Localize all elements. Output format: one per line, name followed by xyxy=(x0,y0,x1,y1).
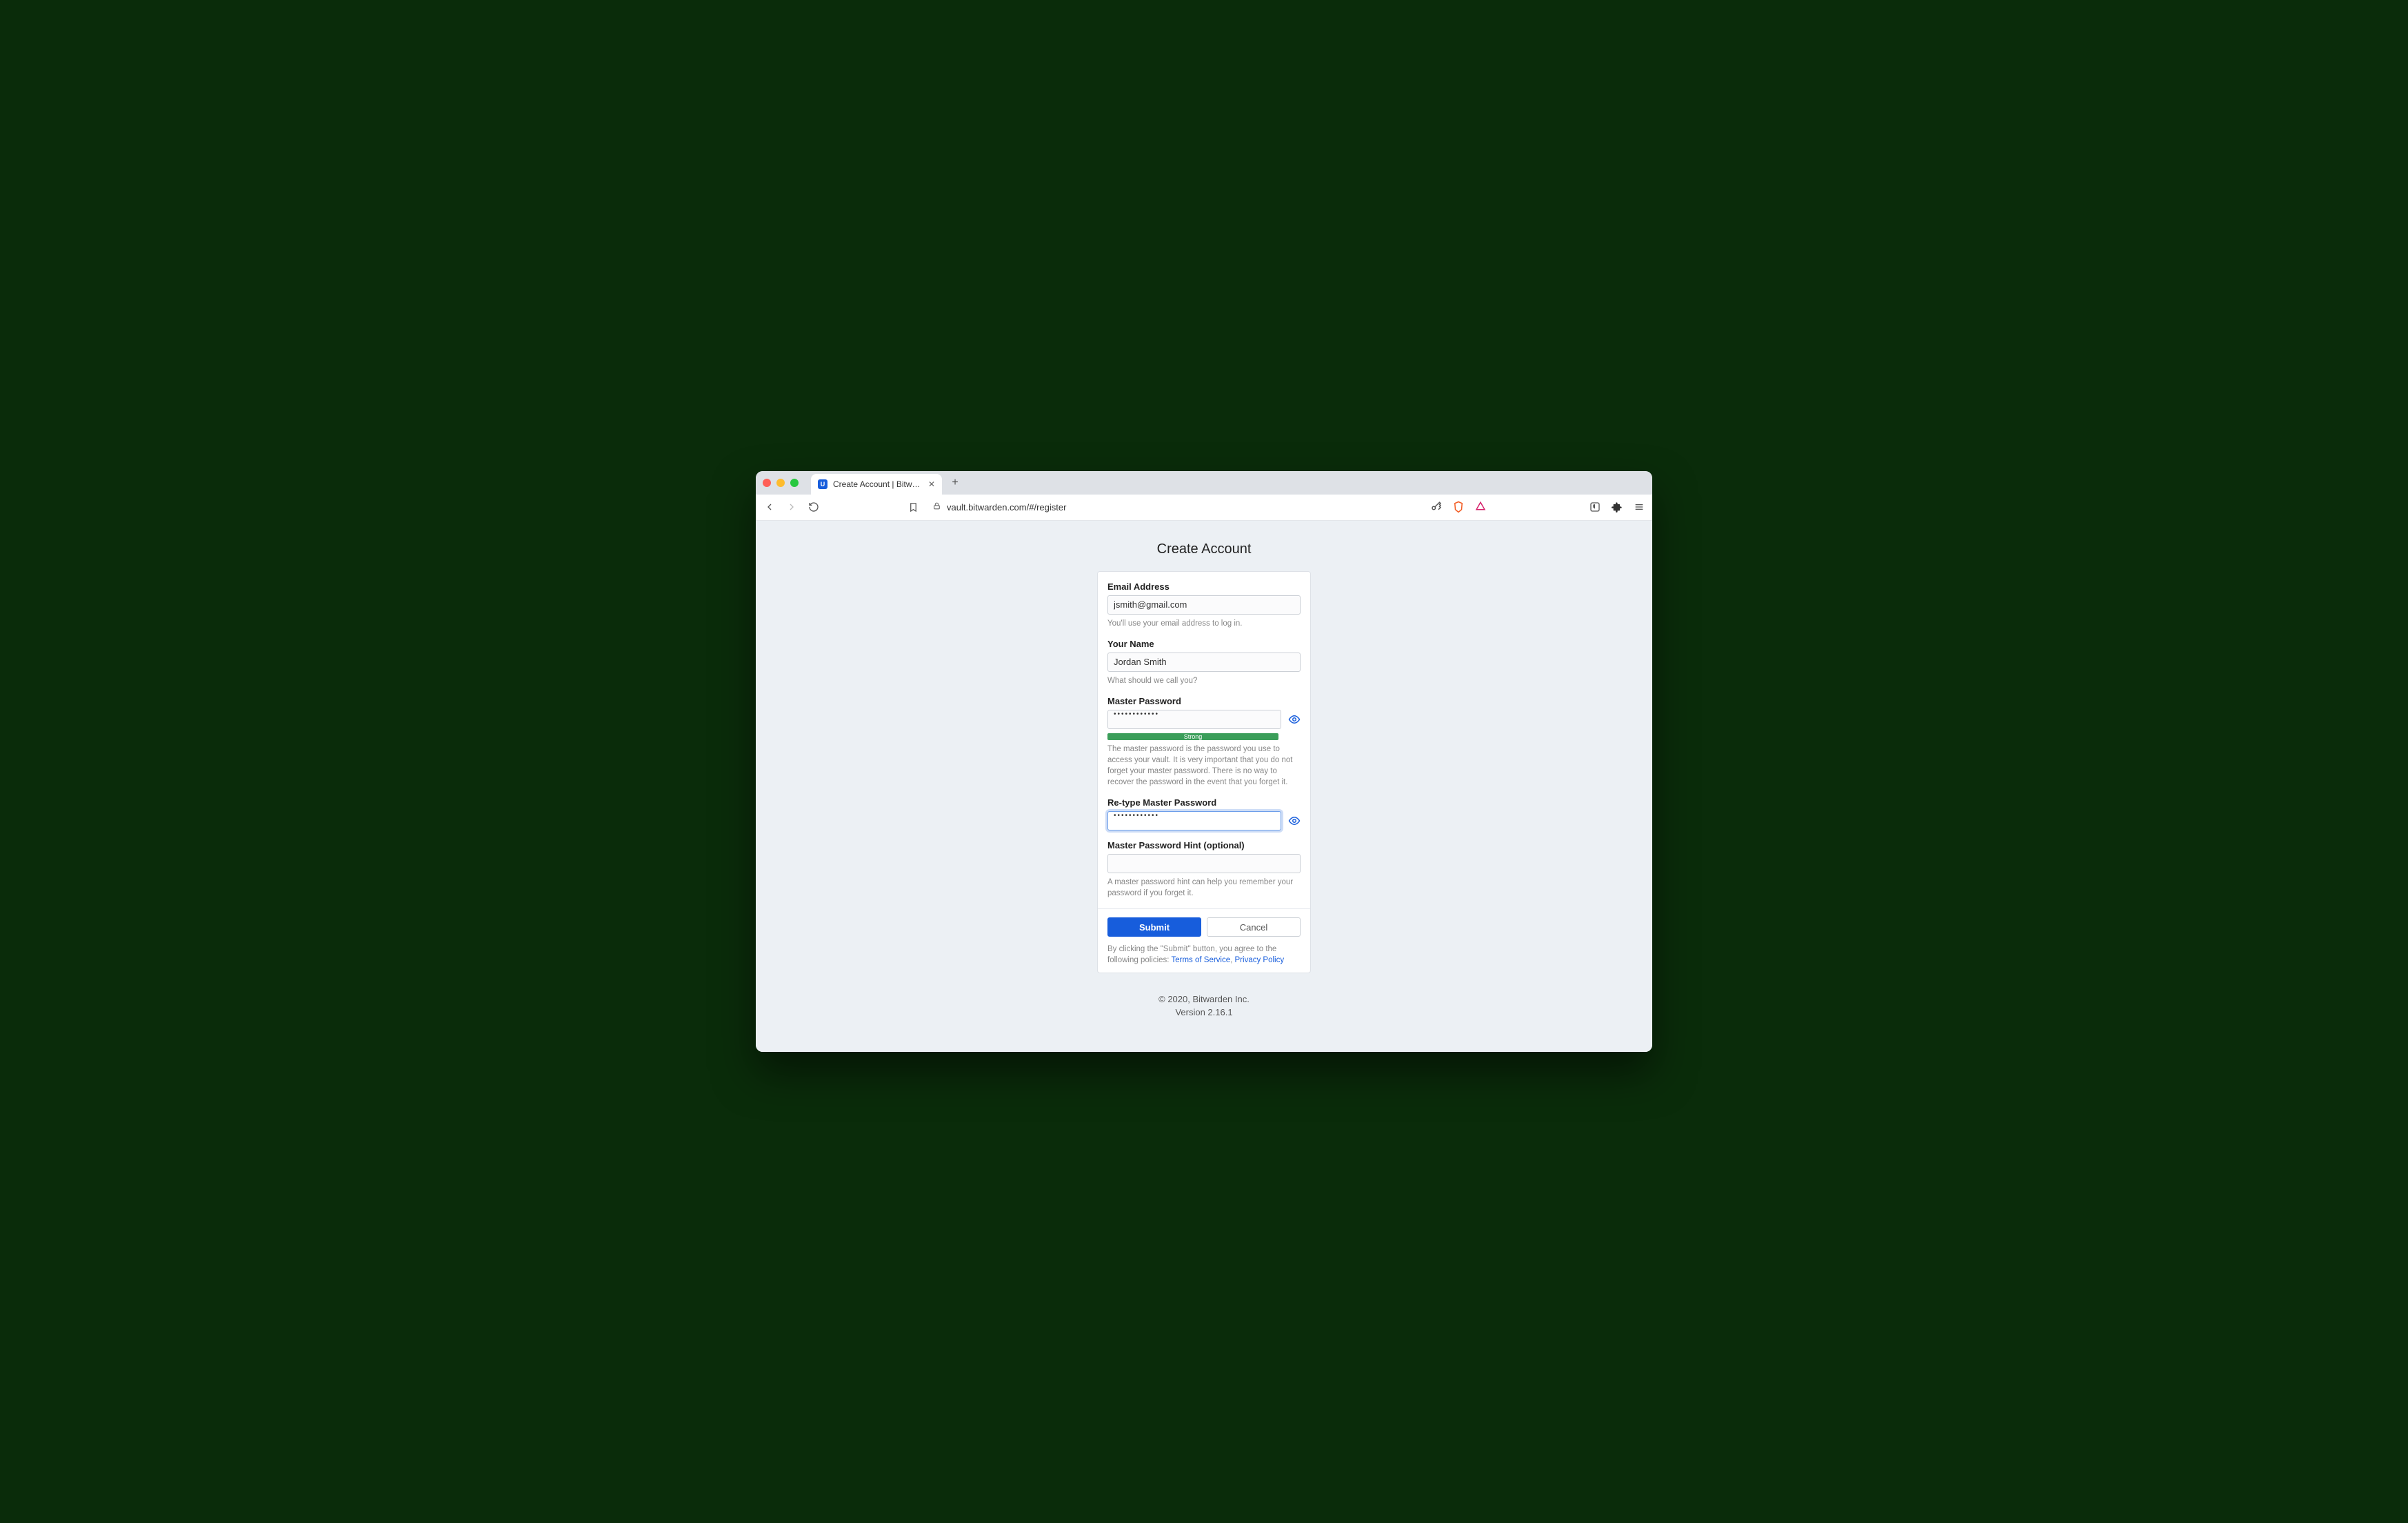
menu-icon[interactable] xyxy=(1633,501,1645,513)
close-window-button[interactable] xyxy=(763,479,771,487)
browser-tab[interactable]: U Create Account | Bitwarden Web ✕ xyxy=(811,474,942,495)
email-help: You'll use your email address to log in. xyxy=(1107,618,1301,629)
url-text: vault.bitwarden.com/#/register xyxy=(947,502,1066,512)
maximize-window-button[interactable] xyxy=(790,479,799,487)
email-label: Email Address xyxy=(1107,581,1301,592)
password-help: The master password is the password you … xyxy=(1107,744,1301,788)
password-field-group: Master Password •••••••••••• Strong The … xyxy=(1107,696,1301,788)
toolbar-right-icons xyxy=(1430,501,1645,513)
toggle-password-visibility-icon[interactable] xyxy=(1288,713,1301,726)
toggle-password-confirm-visibility-icon[interactable] xyxy=(1288,815,1301,827)
address-bar[interactable]: vault.bitwarden.com/#/register xyxy=(928,501,1422,512)
password-confirm-input[interactable]: •••••••••••• xyxy=(1107,811,1281,830)
page-viewport: Create Account Email Address You'll use … xyxy=(756,521,1652,1053)
name-input[interactable] xyxy=(1107,653,1301,672)
privacy-policy-link[interactable]: Privacy Policy xyxy=(1235,956,1285,964)
cancel-button[interactable]: Cancel xyxy=(1207,917,1301,937)
register-card: Email Address You'll use your email addr… xyxy=(1097,571,1311,974)
nav-forward-button[interactable] xyxy=(785,500,799,514)
bookmark-button[interactable] xyxy=(906,500,920,514)
password-input[interactable]: •••••••••••• xyxy=(1107,710,1281,729)
minimize-window-button[interactable] xyxy=(776,479,785,487)
copyright-text: © 2020, Bitwarden Inc. xyxy=(1158,994,1250,1004)
submit-button[interactable]: Submit xyxy=(1107,917,1201,937)
password-strength-meter: Strong xyxy=(1107,733,1278,740)
page-title: Create Account xyxy=(1157,541,1252,557)
close-tab-icon[interactable]: ✕ xyxy=(928,479,935,489)
version-text: Version 2.16.1 xyxy=(1158,1007,1250,1017)
email-input[interactable] xyxy=(1107,595,1301,615)
password-confirm-field-group: Re-type Master Password •••••••••••• xyxy=(1107,797,1301,830)
hint-field-group: Master Password Hint (optional) A master… xyxy=(1107,840,1301,899)
browser-toolbar: vault.bitwarden.com/#/register xyxy=(756,495,1652,521)
bitwarden-favicon-icon: U xyxy=(818,479,827,489)
extensions-icon[interactable] xyxy=(1611,501,1623,513)
terms-of-service-link[interactable]: Terms of Service xyxy=(1171,956,1230,964)
nav-back-button[interactable] xyxy=(763,500,776,514)
window-controls xyxy=(763,479,799,487)
name-help: What should we call you? xyxy=(1107,675,1301,686)
password-confirm-label: Re-type Master Password xyxy=(1107,797,1301,808)
hint-input[interactable] xyxy=(1107,854,1301,873)
button-row: Submit Cancel xyxy=(1107,917,1301,937)
brave-shield-icon[interactable] xyxy=(1452,501,1465,513)
reload-button[interactable] xyxy=(807,500,821,514)
name-field-group: Your Name What should we call you? xyxy=(1107,639,1301,686)
tab-title: Create Account | Bitwarden Web xyxy=(833,479,923,489)
lock-icon xyxy=(932,501,941,512)
terms-text: By clicking the "Submit" button, you agr… xyxy=(1107,944,1301,966)
hint-label: Master Password Hint (optional) xyxy=(1107,840,1301,850)
hint-help: A master password hint can help you reme… xyxy=(1107,877,1301,899)
tab-bar: U Create Account | Bitwarden Web ✕ + xyxy=(756,471,1652,495)
key-icon[interactable] xyxy=(1430,501,1443,513)
email-field-group: Email Address You'll use your email addr… xyxy=(1107,581,1301,629)
page-footer: © 2020, Bitwarden Inc. Version 2.16.1 xyxy=(1158,994,1250,1017)
password-label: Master Password xyxy=(1107,696,1301,706)
bitwarden-extension-icon[interactable] xyxy=(1589,501,1601,513)
browser-window: U Create Account | Bitwarden Web ✕ + vau… xyxy=(756,471,1652,1053)
name-label: Your Name xyxy=(1107,639,1301,649)
new-tab-button[interactable]: + xyxy=(946,474,964,492)
divider xyxy=(1098,908,1310,909)
brave-rewards-icon[interactable] xyxy=(1474,501,1487,513)
